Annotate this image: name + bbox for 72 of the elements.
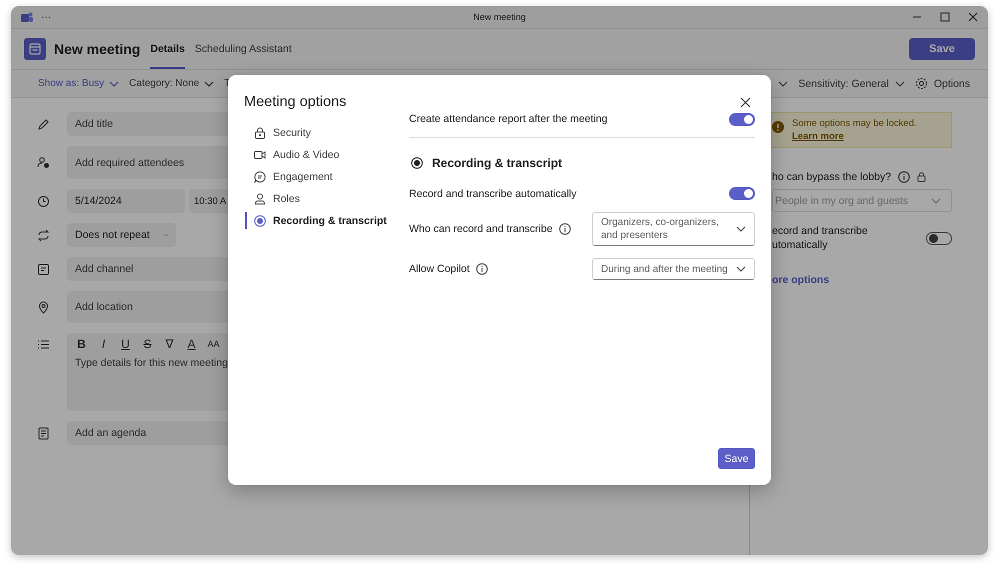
chevron-down-icon bbox=[204, 80, 214, 86]
format-button[interactable]: U bbox=[119, 337, 132, 351]
sensitivity-dropdown[interactable]: Sensitivity: General bbox=[798, 78, 905, 90]
nav-item[interactable]: Audio & Video bbox=[245, 146, 393, 163]
more-options-link[interactable]: ore options bbox=[772, 274, 952, 286]
nav-item[interactable]: Roles bbox=[245, 190, 393, 207]
save-button[interactable]: Save bbox=[909, 38, 975, 60]
record-label: ecord and transcribe utomatically bbox=[772, 224, 869, 252]
format-button[interactable]: ∇ bbox=[163, 337, 176, 351]
radio-icon bbox=[411, 157, 423, 169]
radio-icon bbox=[254, 214, 266, 226]
format-button[interactable]: B bbox=[75, 337, 88, 351]
tab[interactable]: Scheduling Assistant bbox=[194, 29, 292, 69]
lobby-label: ho can bypass the lobby? bbox=[772, 171, 892, 183]
row-icon bbox=[37, 118, 50, 130]
more-menu[interactable]: ··· bbox=[41, 12, 51, 22]
person-icon bbox=[254, 192, 266, 204]
setting-toggle[interactable] bbox=[729, 187, 755, 200]
chevron-down-icon bbox=[894, 80, 905, 86]
settings-icon bbox=[914, 77, 928, 90]
maximize-icon[interactable] bbox=[940, 12, 950, 22]
format-button[interactable]: A bbox=[185, 337, 198, 351]
chevron-down-icon bbox=[736, 226, 746, 232]
toolbar-dropdown[interactable]: Category: None bbox=[129, 78, 214, 89]
chevron-down-icon bbox=[109, 80, 120, 86]
chevron-down-icon bbox=[736, 266, 746, 272]
setting-dropdown[interactable]: During and after the meeting bbox=[592, 258, 755, 280]
format-button[interactable]: I bbox=[97, 337, 110, 351]
repeat-dropdown[interactable]: Does not repeat bbox=[67, 223, 176, 247]
options-button[interactable]: Options bbox=[914, 77, 970, 90]
chevron-down-icon bbox=[164, 232, 168, 238]
setting-label: Who can record and transcribe bbox=[409, 223, 553, 235]
info-icon bbox=[476, 263, 488, 275]
chat-bubble-icon bbox=[254, 170, 266, 182]
setting-dropdown[interactable]: Organizers, co-organizers, and presenters bbox=[592, 212, 755, 246]
app-logo-icon bbox=[21, 12, 33, 22]
nav-item[interactable]: Engagement bbox=[245, 168, 393, 185]
learn-more-link[interactable]: Learn more bbox=[792, 131, 844, 142]
setting-label: Record and transcribe automatically bbox=[409, 188, 576, 200]
row-icon bbox=[37, 228, 50, 242]
format-button[interactable]: S bbox=[141, 337, 154, 351]
dialog-title: Meeting options bbox=[244, 94, 346, 110]
calendar-icon bbox=[24, 38, 46, 60]
info-icon bbox=[558, 223, 571, 235]
row-icon bbox=[37, 262, 50, 276]
toolbar-dropdown[interactable]: Show as: Busy bbox=[38, 78, 120, 89]
nav-item[interactable]: Recording & transcript bbox=[245, 212, 393, 229]
row-icon bbox=[37, 300, 50, 314]
row-icon bbox=[37, 426, 50, 440]
format-button[interactable]: AA bbox=[207, 337, 220, 351]
record-toggle[interactable] bbox=[926, 232, 952, 244]
row-icon bbox=[37, 194, 50, 208]
setting-label: Create attendance report after the meeting bbox=[409, 113, 608, 125]
chevron-down-icon[interactable] bbox=[778, 80, 788, 86]
date-time-field[interactable]: 5/14/2024 bbox=[67, 189, 185, 213]
row-icon bbox=[37, 338, 50, 351]
notice-text: Some options may be locked. Learn more bbox=[792, 117, 918, 143]
window-title: New meeting bbox=[472, 12, 527, 22]
lock-icon bbox=[254, 126, 266, 138]
video-camera-icon bbox=[254, 148, 266, 160]
close-icon[interactable] bbox=[740, 96, 751, 108]
chevron-down-icon bbox=[931, 198, 941, 204]
info-icon bbox=[898, 171, 910, 183]
section-title: Recording & transcript bbox=[432, 156, 562, 170]
nav-item[interactable]: Security bbox=[245, 124, 393, 141]
setting-label: Allow Copilot bbox=[409, 263, 470, 275]
row-icon bbox=[37, 156, 50, 169]
save-button[interactable]: Save bbox=[718, 448, 755, 469]
lock-icon bbox=[917, 172, 926, 182]
meeting-title: New meeting bbox=[54, 41, 140, 57]
attendance-toggle[interactable] bbox=[729, 112, 755, 126]
close-icon[interactable] bbox=[968, 12, 978, 22]
